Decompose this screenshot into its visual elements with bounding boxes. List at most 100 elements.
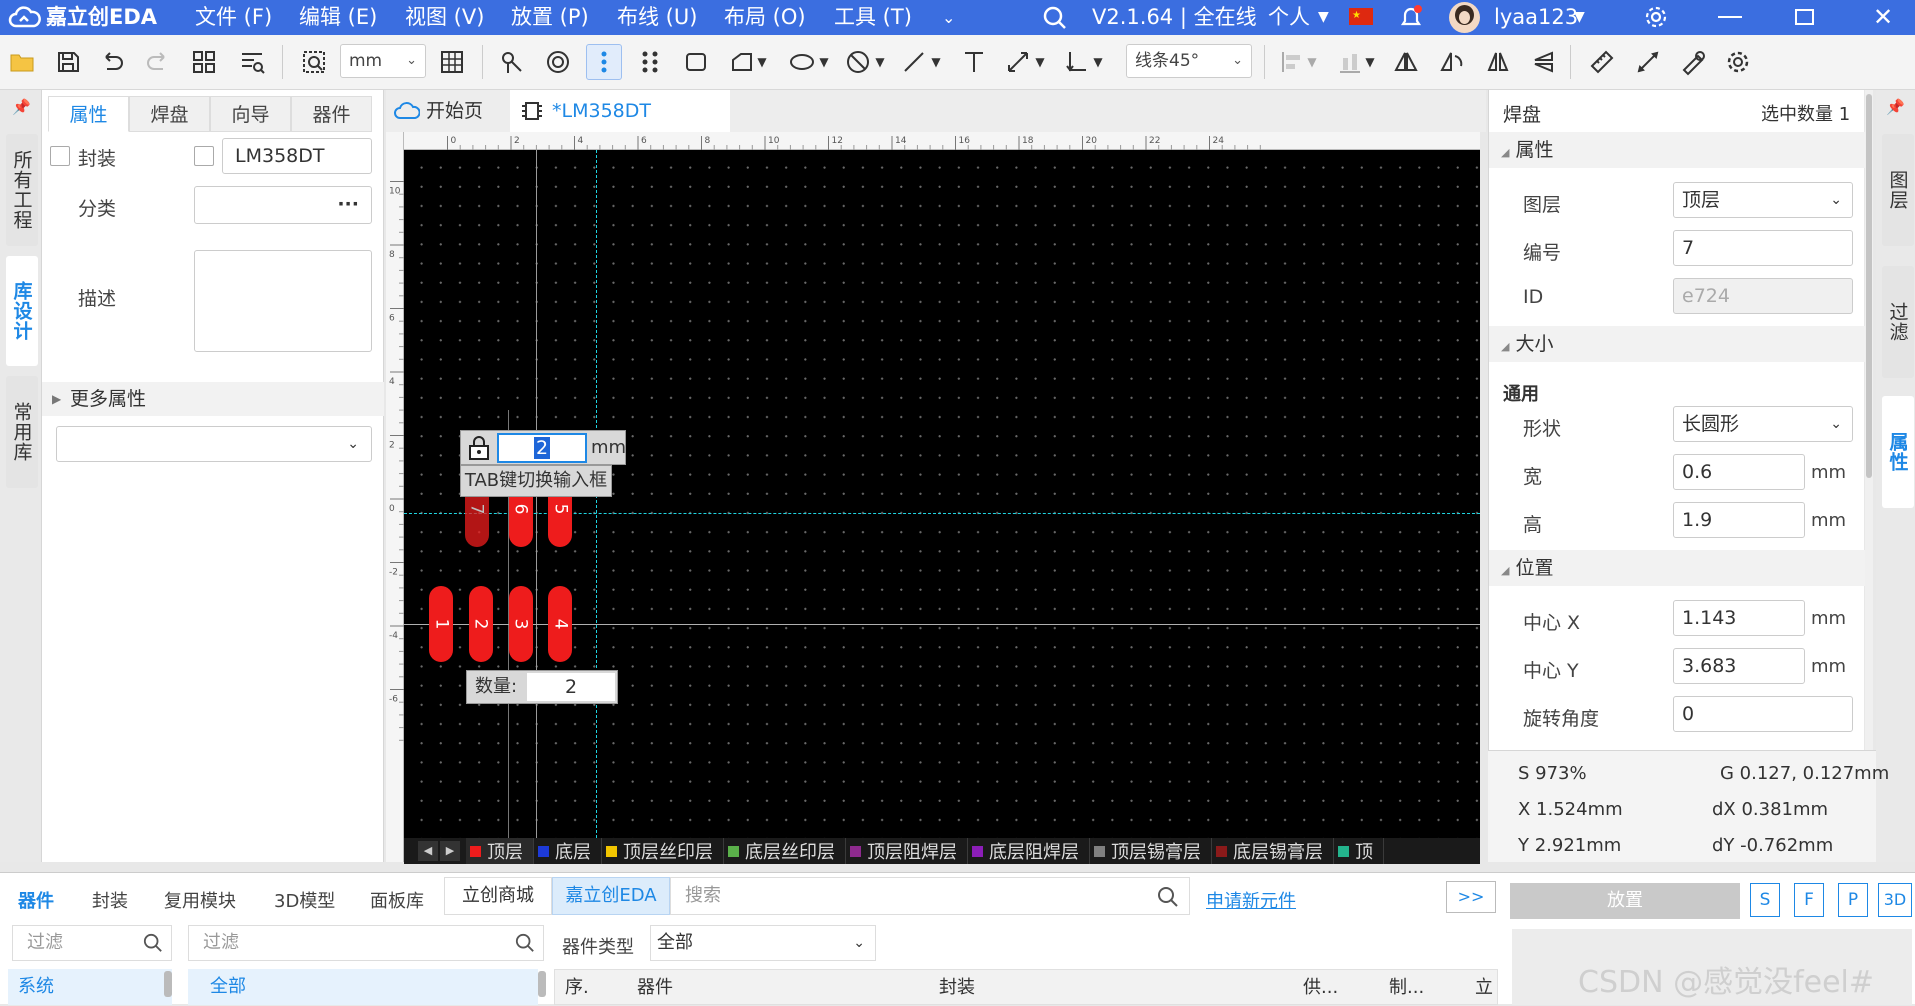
pad-1[interactable]: 1 xyxy=(429,586,453,662)
col-footprint[interactable]: 封装 xyxy=(939,970,975,1006)
settings-gear-icon[interactable] xyxy=(1643,0,1669,35)
tab-lib-footprints[interactable]: 封装 xyxy=(92,887,128,913)
layer-item[interactable]: 底层丝印层 xyxy=(724,838,846,864)
footprint-value-checkbox[interactable] xyxy=(194,146,214,166)
menu-file[interactable]: 文件 (F) xyxy=(195,0,272,35)
apply-new-part-link[interactable]: 申请新元件 xyxy=(1206,887,1296,913)
layer-item[interactable]: 底层阻焊层 xyxy=(968,838,1090,864)
tab-layers[interactable]: 图层 xyxy=(1882,134,1914,246)
view-p-button[interactable]: P xyxy=(1838,883,1868,917)
save-icon[interactable] xyxy=(50,44,86,80)
menu-more-chevron-icon[interactable]: ⌄ xyxy=(942,0,955,35)
corner-icon[interactable] xyxy=(1058,44,1094,80)
find-icon[interactable] xyxy=(234,44,270,80)
menu-layout[interactable]: 布局 (O) xyxy=(724,0,806,35)
layer-select[interactable]: 顶层 ⌄ xyxy=(1673,182,1853,218)
minimize-icon[interactable] xyxy=(1718,16,1742,18)
tree-scroll-thumb[interactable] xyxy=(164,971,172,997)
pin-panel-icon[interactable]: 📌 xyxy=(12,98,31,116)
mode-dropdown-icon[interactable]: ▼ xyxy=(1318,0,1329,35)
tab-library-design[interactable]: 库设计 xyxy=(6,256,38,366)
tree-system[interactable]: 系统 xyxy=(8,969,172,1005)
spacing-input[interactable]: 2 xyxy=(497,433,587,463)
dimension-icon[interactable] xyxy=(1000,44,1036,80)
dimension-dropdown-icon[interactable]: ▼ xyxy=(1032,44,1048,80)
device-type-select[interactable]: 全部 ⌄ xyxy=(650,925,876,961)
menu-tools[interactable]: 工具 (T) xyxy=(834,0,912,35)
grid-layout-icon[interactable] xyxy=(186,44,222,80)
pad-2[interactable]: 2 xyxy=(468,586,493,662)
more-properties-select[interactable]: ⌄ xyxy=(56,426,372,462)
pcb-canvas[interactable]: 1 2 3 4 5 6 7 2 mm TAB键切换输入框 数量: 2 xyxy=(404,150,1480,838)
tab-common-library[interactable]: 常用库 xyxy=(6,376,38,488)
user-dropdown-icon[interactable]: ▼ xyxy=(1574,0,1585,35)
tab-wizard[interactable]: 向导 xyxy=(210,96,291,132)
flip-h-icon[interactable] xyxy=(1480,44,1516,80)
search-icon[interactable] xyxy=(1042,0,1068,35)
col-index[interactable]: 序. xyxy=(565,970,589,1006)
number-input[interactable]: 7 xyxy=(1673,230,1853,266)
view-f-button[interactable]: F xyxy=(1794,883,1824,917)
undo-icon[interactable] xyxy=(94,44,130,80)
grid-icon[interactable] xyxy=(434,44,470,80)
rect-icon[interactable] xyxy=(678,44,714,80)
redo-icon[interactable] xyxy=(140,44,176,80)
line-dropdown-icon[interactable]: ▼ xyxy=(928,44,944,80)
tab-devices[interactable]: 器件 xyxy=(291,96,372,132)
pin-icon[interactable] xyxy=(494,44,530,80)
layer-item[interactable]: 顶层锡膏层 xyxy=(1090,838,1212,864)
footprint-name-input[interactable]: LM358DT xyxy=(222,138,372,174)
tab-current-footprint[interactable]: *LM358DT xyxy=(510,90,730,132)
place-button[interactable]: 放置 xyxy=(1510,883,1740,919)
measure-icon[interactable] xyxy=(1630,44,1666,80)
menu-edit[interactable]: 编辑 (E) xyxy=(299,0,377,35)
pad-4[interactable]: 4 xyxy=(548,586,573,662)
distribute-dropdown-icon[interactable]: ▼ xyxy=(1362,44,1378,80)
ellipse-icon[interactable] xyxy=(784,44,820,80)
flip-v-icon[interactable] xyxy=(1526,44,1562,80)
tree-all[interactable]: 全部 xyxy=(188,969,538,1005)
tab-szlcsc[interactable]: 立创商城 xyxy=(444,877,552,915)
pin-panel-icon[interactable]: 📌 xyxy=(1886,98,1905,116)
lock-icon[interactable] xyxy=(465,434,493,462)
tab-all-projects[interactable]: 所有工程 xyxy=(6,134,38,246)
tab-jlc-eda[interactable]: 嘉立创EDA xyxy=(552,877,670,915)
width-input[interactable]: 0.6 xyxy=(1673,454,1805,490)
layer-item[interactable]: 顶层丝印层 xyxy=(602,838,724,864)
section-position[interactable]: ◢ 位置 xyxy=(1489,550,1865,586)
layer-item[interactable]: 底层锡膏层 xyxy=(1212,838,1334,864)
height-input[interactable]: 1.9 xyxy=(1673,502,1805,538)
settings-icon[interactable] xyxy=(1720,44,1756,80)
count-input[interactable]: 2 xyxy=(527,673,615,701)
mode-label[interactable]: 个人 xyxy=(1268,0,1310,35)
pad-3[interactable]: 3 xyxy=(508,586,533,662)
view-3d-button[interactable]: 3D xyxy=(1878,883,1912,917)
corner-dropdown-icon[interactable]: ▼ xyxy=(1090,44,1106,80)
view-s-button[interactable]: S xyxy=(1750,883,1780,917)
layer-scroll-left-icon[interactable]: ◀ xyxy=(418,841,438,861)
tab-home[interactable]: 开始页 xyxy=(394,90,510,132)
tab-filter[interactable]: 过滤 xyxy=(1882,266,1914,378)
close-icon[interactable]: ✕ xyxy=(1873,0,1893,35)
circle-slash-icon[interactable] xyxy=(840,44,876,80)
tab-lib-3d[interactable]: 3D模型 xyxy=(274,887,335,913)
shape-select[interactable]: 长圆形 ⌄ xyxy=(1673,406,1853,442)
category-input[interactable]: ··· xyxy=(194,186,372,224)
tab-lib-panel[interactable]: 面板库 xyxy=(370,887,424,913)
ellipse-dropdown-icon[interactable]: ▼ xyxy=(816,44,832,80)
section-size[interactable]: ◢ 大小 xyxy=(1489,326,1865,362)
line-icon[interactable] xyxy=(896,44,932,80)
route-mode-select[interactable]: 线条45° ⌄ xyxy=(1126,44,1252,78)
layer-item[interactable]: 顶层阻焊层 xyxy=(846,838,968,864)
menu-place[interactable]: 放置 (P) xyxy=(511,0,589,35)
mirror-icon[interactable] xyxy=(1388,44,1424,80)
text-icon[interactable] xyxy=(956,44,992,80)
col-manufacturer[interactable]: 制... xyxy=(1389,970,1424,1006)
array-icon[interactable] xyxy=(632,44,668,80)
zoom-area-icon[interactable] xyxy=(296,44,332,80)
align-dropdown-icon[interactable]: ▼ xyxy=(1304,44,1320,80)
menu-view[interactable]: 视图 (V) xyxy=(405,0,484,35)
col-device[interactable]: 器件 xyxy=(637,970,673,1006)
footprint-checkbox[interactable] xyxy=(50,146,70,166)
circle-dropdown-icon[interactable]: ▼ xyxy=(872,44,888,80)
